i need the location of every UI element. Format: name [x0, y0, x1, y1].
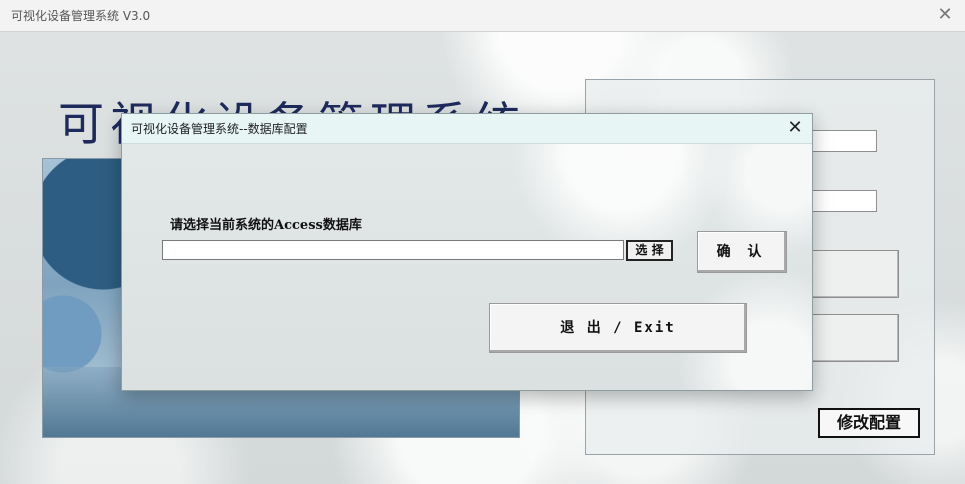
main-titlebar: 可视化设备管理系统 V3.0 ✕ [0, 0, 965, 32]
choose-button[interactable]: 选 择 [626, 240, 673, 261]
main-close-icon[interactable]: ✕ [933, 4, 957, 26]
side-button-1[interactable] [812, 250, 899, 298]
database-config-dialog: 可视化设备管理系统--数据库配置 ✕ 请选择当前系统的Access数据库 选 择… [121, 113, 813, 391]
modify-config-button[interactable]: 修改配置 [818, 408, 920, 438]
side-button-2[interactable] [812, 314, 899, 362]
exit-button[interactable]: 退 出 / Exit [489, 303, 747, 353]
dialog-close-icon[interactable]: ✕ [784, 117, 806, 139]
database-path-input[interactable] [162, 240, 624, 260]
side-field-2[interactable] [805, 190, 877, 212]
dialog-title: 可视化设备管理系统--数据库配置 [131, 122, 308, 136]
main-window-title: 可视化设备管理系统 V3.0 [11, 9, 151, 23]
dialog-titlebar: 可视化设备管理系统--数据库配置 ✕ [122, 114, 812, 144]
database-prompt: 请选择当前系统的Access数据库 [170, 218, 362, 233]
side-field-1[interactable] [805, 130, 877, 152]
confirm-button[interactable]: 确 认 [697, 231, 787, 273]
